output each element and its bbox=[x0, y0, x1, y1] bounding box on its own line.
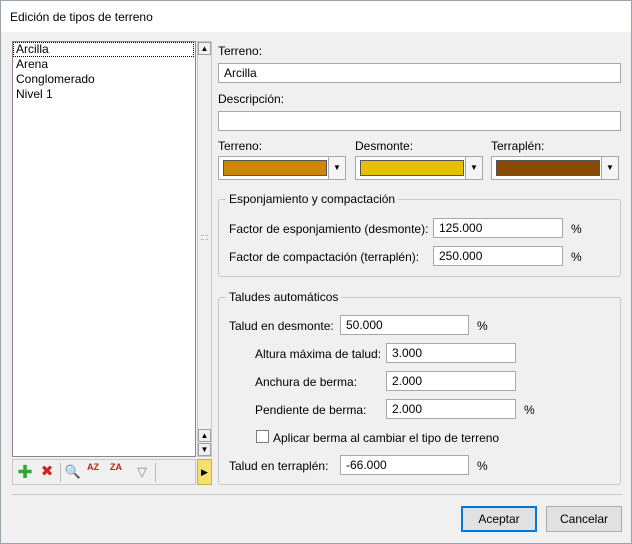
accept-button[interactable]: Aceptar bbox=[461, 506, 537, 532]
talud-terraplen-input[interactable]: -66.000 bbox=[340, 455, 469, 475]
unit-label: % bbox=[571, 250, 582, 264]
pendiente-label: Pendiente de berma: bbox=[255, 403, 367, 417]
aplicar-berma-label[interactable]: Aplicar berma al cambiar el tipo de terr… bbox=[273, 431, 499, 445]
chevron-down-icon[interactable]: ▼ bbox=[601, 157, 618, 179]
group-title: Taludes automáticos bbox=[226, 290, 342, 304]
color-swatch bbox=[223, 160, 327, 176]
search-icon[interactable]: 🔍 bbox=[64, 463, 82, 481]
aplicar-berma-checkbox[interactable] bbox=[256, 430, 269, 443]
anchura-label: Anchura de berma: bbox=[255, 375, 358, 389]
terreno-color-label: Terreno: bbox=[218, 139, 263, 153]
talud-terraplen-label: Talud en terraplén: bbox=[229, 459, 329, 473]
chevron-down-icon[interactable]: ▼ bbox=[465, 157, 482, 179]
toolbar-overflow-icon[interactable]: ▶ bbox=[197, 459, 212, 485]
talud-desmonte-input[interactable]: 50.000 bbox=[340, 315, 469, 335]
sort-za-icon[interactable]: ZA bbox=[110, 463, 122, 481]
desmonte-color-label: Desmonte: bbox=[355, 139, 414, 153]
factor-esponjamiento-input[interactable]: 125.000 bbox=[433, 218, 563, 238]
toolbar-separator bbox=[155, 463, 156, 482]
factor-compactacion-label: Factor de compactación (terraplén): bbox=[229, 250, 420, 264]
terreno-name-input[interactable]: Arcilla bbox=[218, 63, 621, 83]
chevron-down-icon[interactable]: ▼ bbox=[328, 157, 345, 179]
pendiente-input[interactable]: 2.000 bbox=[386, 399, 516, 419]
scroll-up-icon[interactable]: ▲ bbox=[198, 42, 211, 55]
add-icon[interactable]: ✚ bbox=[16, 463, 34, 481]
descripcion-input[interactable] bbox=[218, 111, 621, 131]
window-title: Edición de tipos de terreno bbox=[10, 10, 153, 24]
delete-icon[interactable]: ✖ bbox=[38, 463, 56, 481]
color-swatch bbox=[360, 160, 464, 176]
anchura-input[interactable]: 2.000 bbox=[386, 371, 516, 391]
scroll-grip-icon: ·· ·· ·· ·· bbox=[200, 231, 209, 244]
terrain-list[interactable]: Arcilla Arena Conglomerado Nivel 1 bbox=[12, 41, 196, 457]
descripcion-label: Descripción: bbox=[218, 92, 285, 106]
title-bar: Edición de tipos de terreno bbox=[1, 1, 631, 32]
factor-compactacion-input[interactable]: 250.000 bbox=[433, 246, 563, 266]
unit-label: % bbox=[477, 319, 488, 333]
list-item[interactable]: Arena bbox=[13, 57, 195, 72]
list-item[interactable]: Conglomerado bbox=[13, 72, 195, 87]
terraplen-color-select[interactable]: ▼ bbox=[491, 156, 619, 180]
dialog-window: Edición de tipos de terreno Arcilla Aren… bbox=[0, 0, 632, 544]
unit-label: % bbox=[524, 403, 535, 417]
terreno-color-select[interactable]: ▼ bbox=[218, 156, 346, 180]
toolbar-separator bbox=[60, 463, 61, 482]
unit-label: % bbox=[477, 459, 488, 473]
scroll-down-icon[interactable]: ▼ bbox=[198, 443, 211, 456]
cancel-button[interactable]: Cancelar bbox=[546, 506, 622, 532]
list-item[interactable]: Nivel 1 bbox=[13, 87, 195, 102]
terreno-name-label: Terreno: bbox=[218, 44, 263, 58]
filter-icon[interactable]: ▽ bbox=[133, 463, 151, 481]
sort-az-icon[interactable]: AZ bbox=[87, 463, 99, 481]
divider bbox=[12, 494, 622, 495]
talud-desmonte-label: Talud en desmonte: bbox=[229, 319, 334, 333]
group-title: Esponjamiento y compactación bbox=[226, 192, 399, 206]
list-toolbar: ✚ ✖ 🔍 AZ ZA ▽ bbox=[12, 459, 196, 485]
factor-esponjamiento-label: Factor de esponjamiento (desmonte): bbox=[229, 222, 429, 236]
color-swatch bbox=[496, 160, 600, 176]
altura-input[interactable]: 3.000 bbox=[386, 343, 516, 363]
list-scrollbar[interactable]: ▲ ·· ·· ·· ·· ▲ ▼ bbox=[197, 41, 212, 457]
altura-label: Altura máxima de talud: bbox=[255, 347, 382, 361]
scroll-up-icon[interactable]: ▲ bbox=[198, 429, 211, 442]
unit-label: % bbox=[571, 222, 582, 236]
terraplen-color-label: Terraplén: bbox=[491, 139, 545, 153]
desmonte-color-select[interactable]: ▼ bbox=[355, 156, 483, 180]
list-item[interactable]: Arcilla bbox=[13, 42, 194, 57]
